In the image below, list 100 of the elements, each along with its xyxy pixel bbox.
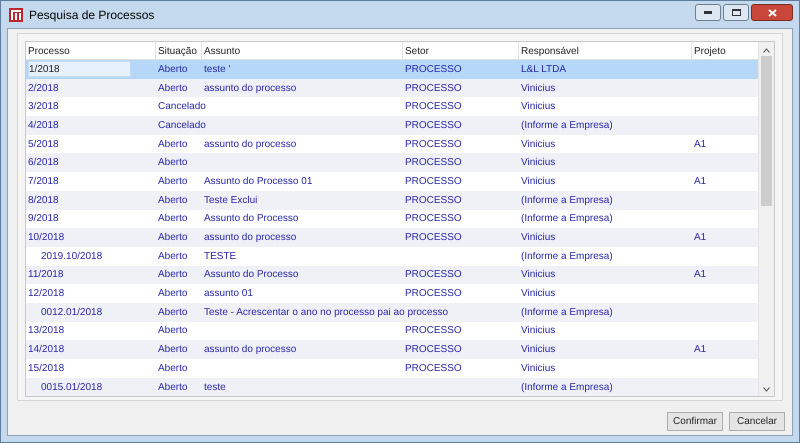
table-cell-text: Aberto <box>158 212 188 226</box>
table-cell-text: Vinicius <box>521 231 556 246</box>
table-cell-text: Aberto <box>158 174 188 189</box>
table-cell-text: PROCESSO <box>405 194 462 208</box>
table-cell-text: Vinicius <box>521 174 556 189</box>
table-cell-text: A1 <box>694 174 706 189</box>
table-cell-text: Vinicius <box>521 100 556 114</box>
maximize-button[interactable] <box>723 4 749 21</box>
table-row[interactable]: 1/2018 Aberto teste ' PROCESSO L&L LTDA <box>26 60 758 79</box>
table-cell-text: Cancelado <box>158 118 206 133</box>
table-cell-text: PROCESSO <box>405 118 462 133</box>
table-cell-text: (Informe a Empresa) <box>521 380 613 395</box>
table-cell-text: Cancelado <box>158 100 206 114</box>
scroll-up-icon[interactable] <box>763 48 770 53</box>
table-cell-text: A1 <box>694 138 706 152</box>
table-row[interactable]: 0012.01/2018 Aberto Teste - Acrescentar o ano no processo pai ao processo (Informe a Empresa) <box>26 302 758 322</box>
table-cell-text: 0012.01/2018 <box>41 306 102 320</box>
table-cell-text: Aberto <box>158 268 188 282</box>
table-cell-text: teste <box>204 380 226 395</box>
table-row[interactable]: 10/2018 Aberto assunto do processo PROCESSO Vinicius A1 <box>26 228 758 247</box>
table-cell-text: Aberto <box>158 250 188 264</box>
table-cell-text: PROCESSO <box>405 362 462 376</box>
table-cell-text: 4/2018 <box>28 118 59 133</box>
table-cell-text: Aberto <box>158 343 188 358</box>
minimize-button[interactable] <box>695 4 721 21</box>
table-cell-text: Vinicius <box>521 156 556 170</box>
table-cell-text: 6/2018 <box>28 156 59 170</box>
table-cell-text: PROCESSO <box>405 156 462 170</box>
table-cell-text: Aberto <box>158 306 188 320</box>
table-cell-text: A1 <box>694 268 706 282</box>
table-cell-text: 8/2018 <box>28 194 59 208</box>
table-cell-text: PROCESSO <box>405 212 462 226</box>
table-cell-text: Aberto <box>158 138 188 152</box>
close-button[interactable] <box>751 4 793 21</box>
table-cell-text: 2019.10/2018 <box>41 250 102 264</box>
table-cell-text: assunto do processo <box>204 343 296 358</box>
table-cell-text: (Informe a Empresa) <box>521 306 613 320</box>
table-row[interactable]: 14/2018 Aberto assunto do processo PROCESSO Vinicius A1 <box>26 340 758 359</box>
table-cell-text: Aberto <box>158 362 188 376</box>
table-cell-text: PROCESSO <box>405 82 462 96</box>
dialog-button[interactable]: Confirmar <box>667 412 723 431</box>
table-cell-text: Assunto do Processo 01 <box>204 174 312 189</box>
close-icon <box>768 8 776 16</box>
table-cell-text: PROCESSO <box>405 174 462 189</box>
scrollbar-thumb[interactable] <box>761 56 772 206</box>
table-row[interactable]: 0015.01/2018 Aberto teste (Informe a Empresa) <box>26 378 758 396</box>
scrollbar[interactable] <box>758 42 774 396</box>
table-cell-text: Vinicius <box>521 343 556 358</box>
table-cell-text: (Informe a Empresa) <box>521 212 613 226</box>
table-cell-text: assunto do processo <box>204 82 296 96</box>
table-cell-text: Vinicius <box>521 138 556 152</box>
table-cell-text: 14/2018 <box>28 343 64 358</box>
minimize-icon <box>704 11 712 14</box>
table-cell-text: Aberto <box>158 324 188 338</box>
table-cell-text: 11/2018 <box>28 268 64 282</box>
table-cell-text: 3/2018 <box>28 100 59 114</box>
table-cell-text: Vinicius <box>521 268 556 282</box>
table-row[interactable]: 4/2018 Cancelado PROCESSO (Informe a Empresa) <box>26 116 758 135</box>
table-cell-text: Assunto do Processo <box>204 268 298 282</box>
table-cell-text: 0015.01/2018 <box>41 380 102 395</box>
table-cell-text: (Informe a Empresa) <box>521 194 613 208</box>
table-cell-text: A1 <box>694 343 706 358</box>
table-cell-text: L&L LTDA <box>521 62 566 77</box>
table-cell-text: Aberto <box>158 82 188 96</box>
table-cell-text: PROCESSO <box>405 231 462 246</box>
table-cell-text: 10/2018 <box>28 231 64 246</box>
table-row[interactable]: 8/2018 Aberto Teste Exclui PROCESSO (Informe a Empresa) <box>26 190 758 210</box>
table-cell-text: PROCESSO <box>405 100 462 114</box>
table-cell-text: 13/2018 <box>28 324 64 338</box>
table-cell-text: 7/2018 <box>28 174 59 189</box>
table-cell-text: Aberto <box>158 62 188 77</box>
table-row[interactable]: 2/2018 Aberto assunto do processo PROCESSO Vinicius <box>26 78 758 98</box>
table-cell-text: assunto 01 <box>204 287 253 302</box>
app-icon <box>9 8 23 22</box>
table-cell-text: Teste - Acrescentar o ano no processo pai ao processo <box>204 306 448 320</box>
table-cell: 1/2018 <box>28 61 131 78</box>
maximize-icon <box>732 9 740 16</box>
table-cell-text: assunto do processo <box>204 231 296 246</box>
table-cell-text: (Informe a Empresa) <box>521 250 613 264</box>
scroll-down-icon[interactable] <box>763 387 770 392</box>
table-cell-text: TESTE <box>204 250 236 264</box>
table-row[interactable]: 11/2018 Aberto Assunto do Processo PROCESSO Vinicius A1 <box>26 266 758 284</box>
table-cell-text: Assunto do Processo <box>204 212 298 226</box>
table-cell-text: PROCESSO <box>405 268 462 282</box>
table-cell-text: Vinicius <box>521 287 556 302</box>
table-cell-text: 15/2018 <box>28 362 64 376</box>
table-row[interactable]: 6/2018 Aberto PROCESSO Vinicius <box>26 153 758 172</box>
table-cell-text: Aberto <box>158 380 188 395</box>
table-cell-text: PROCESSO <box>405 287 462 302</box>
table-cell-text: teste ' <box>204 62 230 77</box>
table-cell-text: Aberto <box>158 231 188 246</box>
table-cell-text: Vinicius <box>521 362 556 376</box>
window-title: Pesquisa de Processos <box>29 6 154 24</box>
table-cell-text: 12/2018 <box>28 287 64 302</box>
table-cell-text: Vinicius <box>521 82 556 96</box>
table-cell-text: PROCESSO <box>405 138 462 152</box>
table-cell-text: 9/2018 <box>28 212 59 226</box>
dialog-button[interactable]: Cancelar <box>729 412 785 431</box>
table-cell-text: Vinicius <box>521 324 556 338</box>
table-row[interactable]: 13/2018 Aberto PROCESSO Vinicius <box>26 322 758 340</box>
